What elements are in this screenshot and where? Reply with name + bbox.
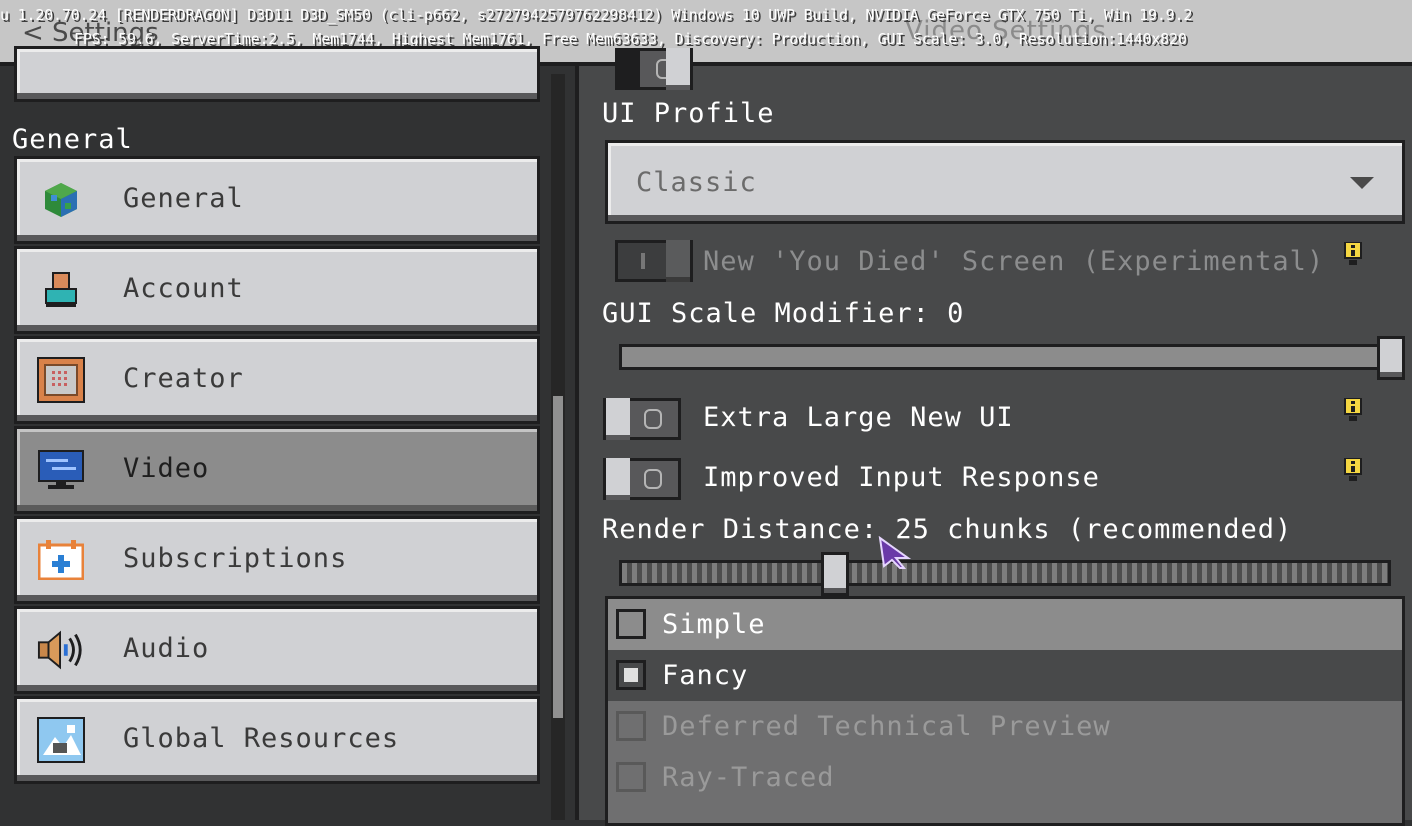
radio-option-simple[interactable]: Simple	[608, 599, 1402, 650]
debug-info-line-1: u 1.20.70.24 [RENDERDRAGON] D3D11 D3D_SM…	[0, 6, 1193, 24]
radio-option-ray-traced: Ray-Traced	[608, 752, 1402, 803]
radio-checkbox[interactable]	[616, 660, 646, 690]
radio-checkbox	[616, 762, 646, 792]
mouse-cursor-icon	[878, 536, 912, 569]
render-distance-label: Render Distance: 25 chunks (recommended)	[602, 514, 1293, 545]
radio-option-label: Deferred Technical Preview	[662, 711, 1111, 742]
dropdown-selected-value: Classic	[636, 167, 757, 198]
info-icon[interactable]	[1343, 458, 1363, 482]
info-icon[interactable]	[1343, 242, 1363, 266]
settings-sidebar: General General Account Creator Video Su…	[0, 46, 575, 820]
sidebar-item-label: Subscriptions	[123, 543, 348, 574]
sidebar-item-label: Global Resources	[123, 723, 400, 754]
gui-scale-slider-handle[interactable]	[1377, 336, 1405, 380]
you-died-label: New 'You Died' Screen (Experimental)	[703, 246, 1325, 277]
account-icon	[37, 267, 85, 313]
sidebar-item-subscriptions[interactable]: Subscriptions	[14, 516, 540, 604]
ui-profile-dropdown[interactable]: Classic	[605, 140, 1405, 224]
chevron-down-icon	[1350, 177, 1374, 189]
sidebar-item-general[interactable]: General	[14, 156, 540, 244]
radio-option-deferred: Deferred Technical Preview	[608, 701, 1402, 752]
radio-option-label: Fancy	[662, 660, 749, 691]
gui-scale-label: GUI Scale Modifier: 0	[602, 298, 965, 329]
you-died-toggle[interactable]	[615, 240, 693, 282]
video-settings-panel: UI Profile Classic New 'You Died' Screen…	[579, 48, 1412, 826]
radio-checkbox	[616, 711, 646, 741]
sidebar-item-account[interactable]: Account	[14, 246, 540, 334]
sidebar-item-label: Video	[123, 453, 210, 484]
radio-option-fancy[interactable]: Fancy	[608, 650, 1402, 701]
sidebar-item-label: Audio	[123, 633, 210, 664]
sidebar-item-partial[interactable]	[14, 46, 540, 102]
command-block-icon	[37, 357, 85, 403]
render-distance-slider-handle[interactable]	[821, 552, 849, 596]
calendar-plus-icon	[37, 537, 85, 583]
info-icon[interactable]	[1343, 398, 1363, 422]
resource-pack-icon	[37, 717, 85, 763]
render-distance-slider[interactable]	[619, 560, 1391, 586]
extra-large-ui-label: Extra Large New UI	[703, 402, 1014, 433]
graphics-mode-radio-group: Simple Fancy Deferred Technical Preview …	[605, 596, 1405, 826]
extra-large-ui-toggle[interactable]	[603, 398, 681, 440]
sidebar-item-creator[interactable]: Creator	[14, 336, 540, 424]
sidebar-scrollbar-thumb[interactable]	[553, 396, 563, 718]
radio-option-label: Ray-Traced	[662, 762, 835, 793]
ui-profile-label: UI Profile	[602, 98, 775, 129]
sidebar-item-label: Creator	[123, 363, 244, 394]
sidebar-item-audio[interactable]: Audio	[14, 606, 540, 694]
sidebar-item-label: General	[123, 183, 244, 214]
sidebar-item-label: Account	[123, 273, 244, 304]
partial-toggle[interactable]	[615, 48, 693, 90]
improved-input-label: Improved Input Response	[703, 462, 1100, 493]
globe-icon	[37, 177, 85, 223]
speaker-icon	[37, 627, 85, 673]
radio-checkbox[interactable]	[616, 609, 646, 639]
sidebar-item-video[interactable]: Video	[14, 426, 540, 514]
radio-option-label: Simple	[662, 609, 766, 640]
improved-input-toggle[interactable]	[603, 458, 681, 500]
sidebar-item-global-resources[interactable]: Global Resources	[14, 696, 540, 784]
sidebar-section-title: General	[12, 124, 133, 155]
monitor-icon	[37, 447, 85, 493]
gui-scale-slider[interactable]	[619, 344, 1403, 370]
